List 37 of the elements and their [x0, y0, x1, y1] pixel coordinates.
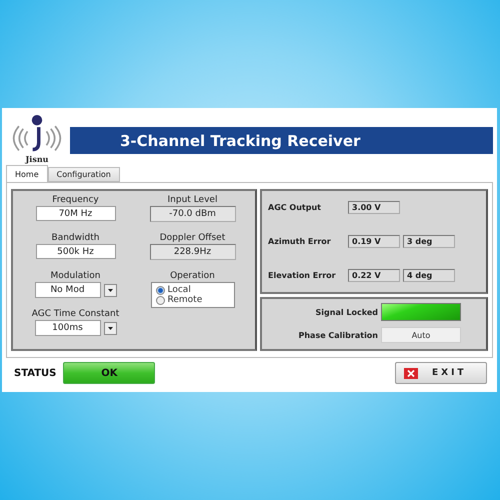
value-indicator: 228.9Hz [150, 244, 236, 260]
logo-drawing [12, 114, 62, 154]
caret-icon[interactable] [104, 322, 116, 334]
field-label: Frequency [52, 195, 99, 205]
tab[interactable]: Configuration [48, 167, 120, 182]
phase-calibration-value: Auto [381, 327, 461, 343]
dropdown-label: AGC Time Constant [32, 309, 120, 319]
close-icon [404, 368, 418, 378]
readout-label: Elevation Error [268, 271, 337, 280]
status-label: STATUS [14, 368, 56, 378]
signal-locked-label: Signal Locked [314, 308, 378, 316]
radio-option[interactable]: Local [156, 285, 230, 295]
input-field[interactable]: 70M Hz [36, 206, 116, 221]
tab[interactable]: Home [6, 165, 48, 182]
field-label: Bandwidth [52, 233, 100, 243]
indicator-label: Input Level [168, 195, 218, 205]
phase-calibration-label: Phase Calibration [297, 330, 378, 340]
readout-value: 4 deg [403, 269, 455, 282]
readout-value: 0.19 V [348, 235, 400, 248]
indicator-label: Doppler Offset [160, 233, 226, 243]
exit-button[interactable]: EXIT [395, 362, 487, 384]
app-title: 3-Channel Tracking Receiver [70, 127, 493, 154]
readout-label: Azimuth Error [268, 237, 332, 246]
dropdown-field[interactable]: 100ms [34, 320, 100, 336]
readout-label: AGC Output [268, 203, 322, 212]
input-field[interactable]: 500k Hz [36, 244, 116, 259]
readout-value: 3 deg [403, 235, 455, 248]
dropdown-label: Modulation [50, 271, 100, 281]
caret-icon[interactable] [104, 284, 116, 296]
dropdown-field[interactable]: No Mod [34, 282, 100, 298]
logo-text: Jisnu [26, 154, 48, 164]
value-indicator: -70.0 dBm [150, 206, 236, 222]
radio-option[interactable]: Remote [156, 295, 230, 305]
readout-value: 0.22 V [348, 269, 400, 282]
radio-group-label: Operation [170, 271, 215, 281]
status-indicator: OK [63, 362, 156, 384]
readout-value: 3.00 V [348, 201, 400, 214]
